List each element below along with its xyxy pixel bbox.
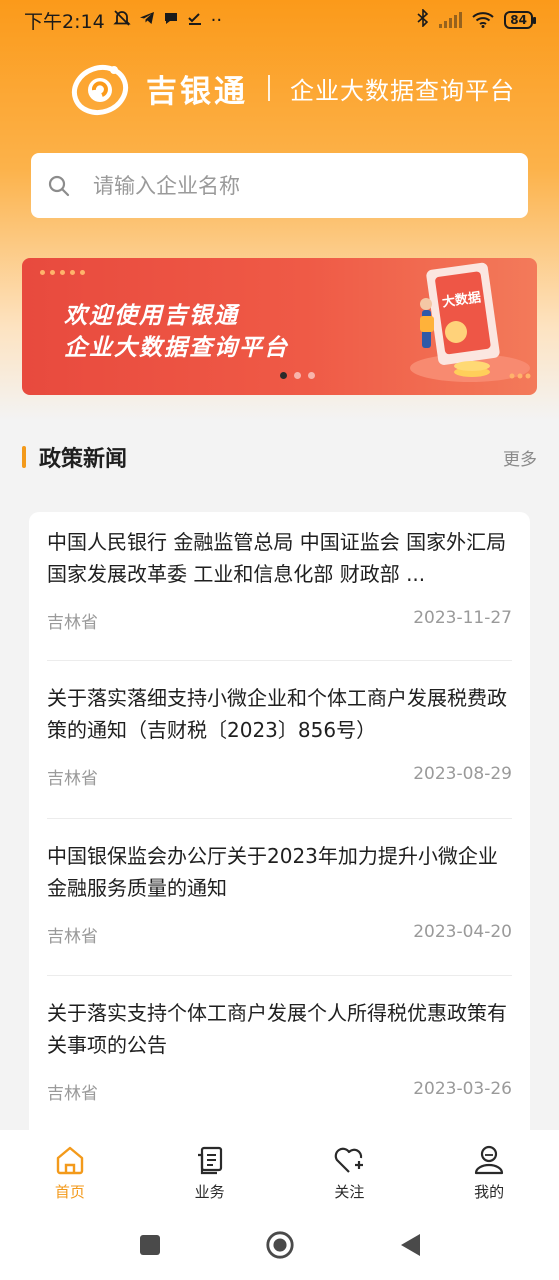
news-item[interactable]: 关于落实支持个体工商户发展个人所得税优惠政策有关事项的公告 吉林省 2023-0… [47, 997, 512, 1104]
news-title: 中国人民银行 金融监管总局 中国证监会 国家外汇局 国家发展改革委 工业和信息化… [47, 530, 507, 586]
nav-label: 业务 [194, 1182, 225, 1201]
banner-line-1: 欢迎使用吉银通 [64, 303, 239, 329]
brand-divider [268, 75, 270, 101]
divider [47, 660, 512, 661]
business-icon [197, 1146, 222, 1174]
more-link[interactable]: 更多 [503, 445, 537, 470]
more-notifications: ·· [210, 9, 223, 31]
telegram-icon [139, 10, 155, 30]
news-title: 中国银保监会办公厅关于2023年加力提升小微企业金融服务质量的通知 [47, 844, 498, 900]
banner-page-dot[interactable] [280, 372, 287, 379]
news-region: 吉林省 [47, 769, 98, 789]
square-icon [139, 1235, 160, 1255]
divider [47, 818, 512, 819]
section-accent-bar [22, 446, 26, 468]
wifi-icon [472, 12, 494, 28]
status-bar: 下午2:14 ·· 84 [0, 0, 559, 40]
home-button[interactable] [265, 1230, 295, 1260]
section-title: 政策新闻 [39, 447, 128, 472]
banner-page-dot[interactable] [294, 372, 301, 379]
banner-decoration [40, 270, 85, 275]
news-date: 2023-11-27 [413, 608, 512, 628]
brand-logo-icon [70, 58, 130, 118]
news-item[interactable]: 关于落实落细支持小微企业和个体工商户发展税费政策的通知（吉财税〔2023〕856… [47, 682, 512, 789]
brand-header: 吉银通 企业大数据查询平台 [70, 58, 515, 118]
back-button[interactable] [395, 1230, 425, 1260]
news-region: 吉林省 [47, 613, 98, 633]
nav-label: 关注 [334, 1182, 365, 1201]
bottom-navigation: 首页 业务 关注 我的 [0, 1130, 559, 1210]
battery-indicator: 84 [504, 11, 536, 29]
recent-apps-button[interactable] [135, 1230, 165, 1260]
news-item[interactable]: 中国人民银行 金融监管总局 中国证监会 国家外汇局 国家发展改革委 工业和信息化… [47, 526, 512, 633]
news-date: 2023-04-20 [413, 922, 512, 942]
signal-icon [439, 12, 463, 28]
mute-icon [112, 9, 131, 31]
profile-icon [475, 1145, 504, 1174]
bluetooth-icon [417, 8, 429, 31]
news-item[interactable]: 中国银保监会办公厅关于2023年加力提升小微企业金融服务质量的通知 吉林省 20… [47, 840, 512, 947]
news-region: 吉林省 [47, 1084, 98, 1104]
policy-news-header: 政策新闻 更多 [22, 440, 537, 474]
search-input[interactable] [93, 173, 473, 198]
status-time: 下午2:14 [24, 10, 105, 33]
nav-label: 首页 [54, 1182, 85, 1201]
nav-follow[interactable]: 关注 [280, 1130, 420, 1210]
search-box[interactable] [31, 153, 528, 218]
nav-profile[interactable]: 我的 [419, 1130, 559, 1210]
nav-business[interactable]: 业务 [140, 1130, 280, 1210]
news-title: 关于落实落细支持小微企业和个体工商户发展税费政策的通知（吉财税〔2023〕856… [47, 686, 507, 742]
system-navigation-bar [0, 1210, 559, 1280]
task-check-icon [187, 10, 203, 30]
news-list: 中国人民银行 金融监管总局 中国证监会 国家外汇局 国家发展改革委 工业和信息化… [29, 512, 530, 1152]
big-data-illustration: 大数据 [410, 262, 531, 382]
news-date: 2023-03-26 [413, 1079, 512, 1099]
home-icon [56, 1146, 84, 1174]
search-icon [47, 174, 71, 198]
news-date: 2023-08-29 [413, 764, 512, 784]
news-region: 吉林省 [47, 927, 98, 947]
circle-home-icon [265, 1231, 294, 1259]
banner-pagination[interactable] [280, 372, 315, 379]
back-triangle-icon [400, 1234, 420, 1256]
brand-tagline: 企业大数据查询平台 [290, 76, 515, 105]
banner-page-dot[interactable] [308, 372, 315, 379]
banner-line-2: 企业大数据查询平台 [64, 335, 289, 361]
nav-home[interactable]: 首页 [0, 1130, 140, 1210]
brand-name: 吉银通 [146, 73, 248, 110]
nav-label: 我的 [474, 1182, 505, 1201]
chat-icon [163, 10, 179, 30]
divider [47, 975, 512, 976]
news-title: 关于落实支持个体工商户发展个人所得税优惠政策有关事项的公告 [47, 1001, 507, 1057]
promo-banner[interactable]: 欢迎使用吉银通 企业大数据查询平台 大数据 [22, 258, 537, 395]
follow-heart-icon [335, 1147, 364, 1173]
